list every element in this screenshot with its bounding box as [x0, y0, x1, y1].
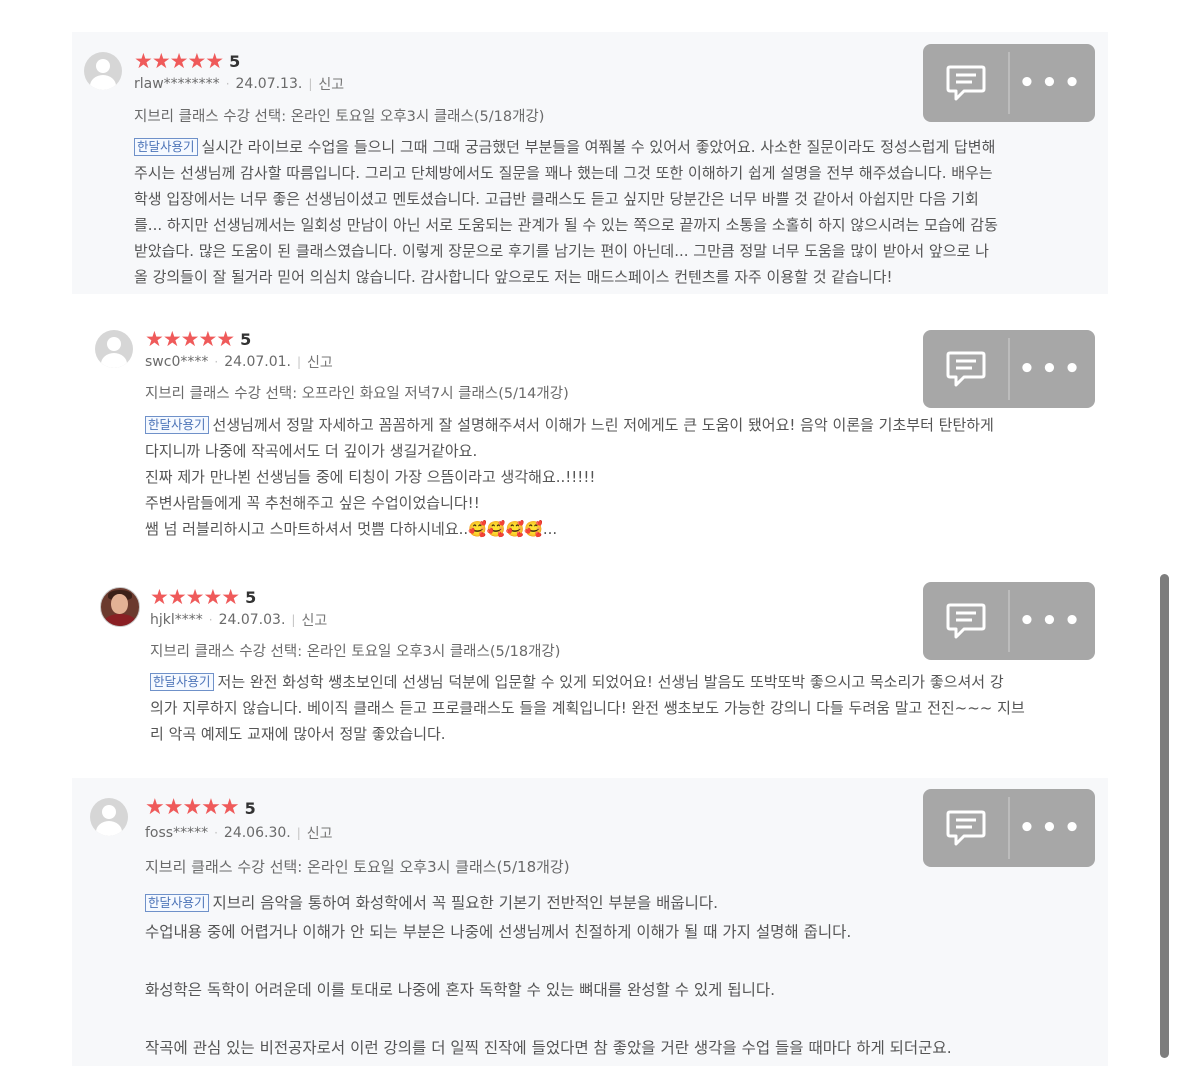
report-link[interactable]: 신고: [307, 823, 333, 843]
review-line: 선생님께서 정말 자세하고 꼼꼼하게 잘 설명해주셔서 이해가 느린 저에게도 …: [212, 416, 994, 434]
review-meta: swc0**** · 24.07.01. | 신고: [145, 352, 333, 372]
review-meta: hjkl**** · 24.07.03. | 신고: [150, 610, 328, 630]
more-dots-icon[interactable]: •••: [1010, 44, 1095, 122]
month-review-badge: 한달사용기: [145, 894, 209, 912]
rating: ★★★★★ 5: [134, 51, 240, 72]
reviewer-id: swc0****: [145, 354, 209, 370]
avatar: [90, 798, 128, 836]
review-text: 한달사용기 실시간 라이브로 수업을 들으니 그때 그때 궁금했던 부분들을 여쭤…: [134, 134, 1094, 290]
review-line: 지브리 음악을 통하여 화성학에서 꼭 필요한 기본기 전반적인 부분을 배웁니…: [212, 894, 719, 912]
review-line: 진짜 제가 만나뵌 선생님들 중에 티칭이 가장 으뜸이라고 생각해요..!!!…: [145, 468, 596, 486]
purchase-option: 지브리 클래스 수강 선택: 온라인 토요일 오후3시 클래스(5/18개강): [150, 644, 561, 660]
more-dots-icon[interactable]: •••: [1010, 582, 1095, 660]
speech-bubble-icon[interactable]: [923, 789, 1008, 867]
review-line: 주변사람들에게 꼭 추천해주고 싶은 수업이었습니다!!: [145, 494, 480, 512]
review-line: [145, 947, 1100, 976]
purchase-option: 지브리 클래스 수강 선택: 온라인 토요일 오후3시 클래스(5/18개강): [145, 858, 570, 876]
reviewer-id: hjkl****: [150, 612, 203, 628]
review-line: 다지니까 나중에 작곡에서도 더 깊이가 생길거같아요.: [145, 442, 478, 460]
reviewer-id: rlaw********: [134, 76, 220, 92]
review-actions: •••: [923, 582, 1095, 660]
review-line: 쌤 넘 러블리하시고 스마트하셔서 멋쁨 다하시네요..🥰🥰🥰🥰...: [145, 520, 558, 538]
review-line: 학생 입장에서는 너무 좋은 선생님이셨고 멘토셨습니다. 고급반 클래스도 듣…: [134, 190, 979, 208]
avatar: [95, 330, 133, 368]
review-date: 24.07.03.: [218, 612, 286, 628]
rating: ★★★★★ 5: [145, 329, 251, 350]
review-actions: •••: [923, 330, 1095, 408]
reviewer-id: foss*****: [145, 825, 209, 841]
rating-score: 5: [245, 588, 257, 607]
scrollbar[interactable]: [1160, 574, 1169, 1058]
review-date: 24.07.13.: [235, 76, 303, 92]
review-line: 의가 지루하지 않습니다. 베이직 클래스 듣고 프로클래스도 들을 계획입니다…: [150, 699, 1025, 717]
review-text: 한달사용기 선생님께서 정말 자세하고 꼼꼼하게 잘 설명해주셔서 이해가 느린 …: [145, 412, 1095, 542]
avatar: [100, 587, 140, 627]
speech-bubble-icon[interactable]: [923, 582, 1008, 660]
purchase-option: 지브리 클래스 수강 선택: 온라인 토요일 오후3시 클래스(5/18개강): [134, 109, 545, 125]
review-date: 24.06.30.: [223, 825, 291, 841]
star-rating: ★★★★★: [145, 327, 235, 351]
rating: ★★★★★ 5: [150, 587, 256, 608]
review-line: 주시는 선생님께 감사할 따름입니다. 그리고 단체방에서도 질문을 꽤나 했는…: [134, 164, 993, 182]
avatar: [84, 52, 122, 90]
review-text: 한달사용기 지브리 음악을 통하여 화성학에서 꼭 필요한 기본기 전반적인 부분…: [145, 889, 1100, 1063]
review-line: 실시간 라이브로 수업을 들으니 그때 그때 궁금했던 부분들을 여쭤볼 수 있…: [201, 138, 996, 156]
review-meta: rlaw******** · 24.07.13. | 신고: [134, 74, 345, 94]
review-line: 수업내용 중에 어렵거나 이해가 안 되는 부분은 나중에 선생님께서 친절하게…: [145, 923, 852, 941]
review-meta: foss***** · 24.06.30. | 신고: [145, 823, 333, 843]
report-link[interactable]: 신고: [301, 610, 327, 630]
review-line: 받았습다. 많은 도움이 된 클래스였습니다. 이렇게 장문으로 후기를 남기는…: [134, 242, 989, 260]
review-line: 저는 완전 화성학 쌩초보인데 선생님 덕분에 입문할 수 있게 되었어요! 선…: [217, 673, 1004, 691]
rating-score: 5: [244, 798, 256, 818]
review-line: 올 강의들이 잘 될거라 믿어 의심치 않습니다. 감사합니다 앞으로도 저는 …: [134, 268, 893, 286]
rating-score: 5: [229, 52, 241, 71]
review-line: 화성학은 독학이 어려운데 이를 토대로 나중에 혼자 독학할 수 있는 뼈대를…: [145, 981, 776, 999]
review-actions: •••: [923, 789, 1095, 867]
review-line: [145, 1005, 1100, 1034]
report-link[interactable]: 신고: [318, 74, 344, 94]
review-text: 한달사용기 저는 완전 화성학 쌩초보인데 선생님 덕분에 입문할 수 있게 되었…: [150, 669, 1095, 747]
month-review-badge: 한달사용기: [134, 138, 198, 156]
review-line: 를... 하지만 선생님께서는 일회성 만남이 아닌 서로 도움되는 관계가 될…: [134, 216, 998, 234]
speech-bubble-icon[interactable]: [923, 330, 1008, 408]
month-review-badge: 한달사용기: [150, 673, 214, 691]
rating-score: 5: [240, 330, 252, 349]
review-actions: •••: [923, 44, 1095, 122]
report-link[interactable]: 신고: [307, 352, 333, 372]
review-line: 작곡에 관심 있는 비전공자로서 이런 강의를 더 일찍 진작에 들었다면 참 …: [145, 1039, 952, 1057]
speech-bubble-icon[interactable]: [923, 44, 1008, 122]
star-rating: ★★★★★: [150, 585, 240, 609]
month-review-badge: 한달사용기: [145, 416, 209, 434]
more-dots-icon[interactable]: •••: [1010, 330, 1095, 408]
rating: ★★★★★ 5: [145, 797, 256, 819]
purchase-option: 지브리 클래스 수강 선택: 오프라인 화요일 저녁7시 클래스(5/14개강): [145, 386, 569, 402]
star-rating: ★★★★★: [134, 49, 224, 73]
more-dots-icon[interactable]: •••: [1010, 789, 1095, 867]
star-rating: ★★★★★: [145, 795, 240, 820]
review-line: 리 악곡 예제도 교재에 많아서 정말 좋았습니다.: [150, 725, 446, 743]
review-date: 24.07.01.: [224, 354, 291, 370]
